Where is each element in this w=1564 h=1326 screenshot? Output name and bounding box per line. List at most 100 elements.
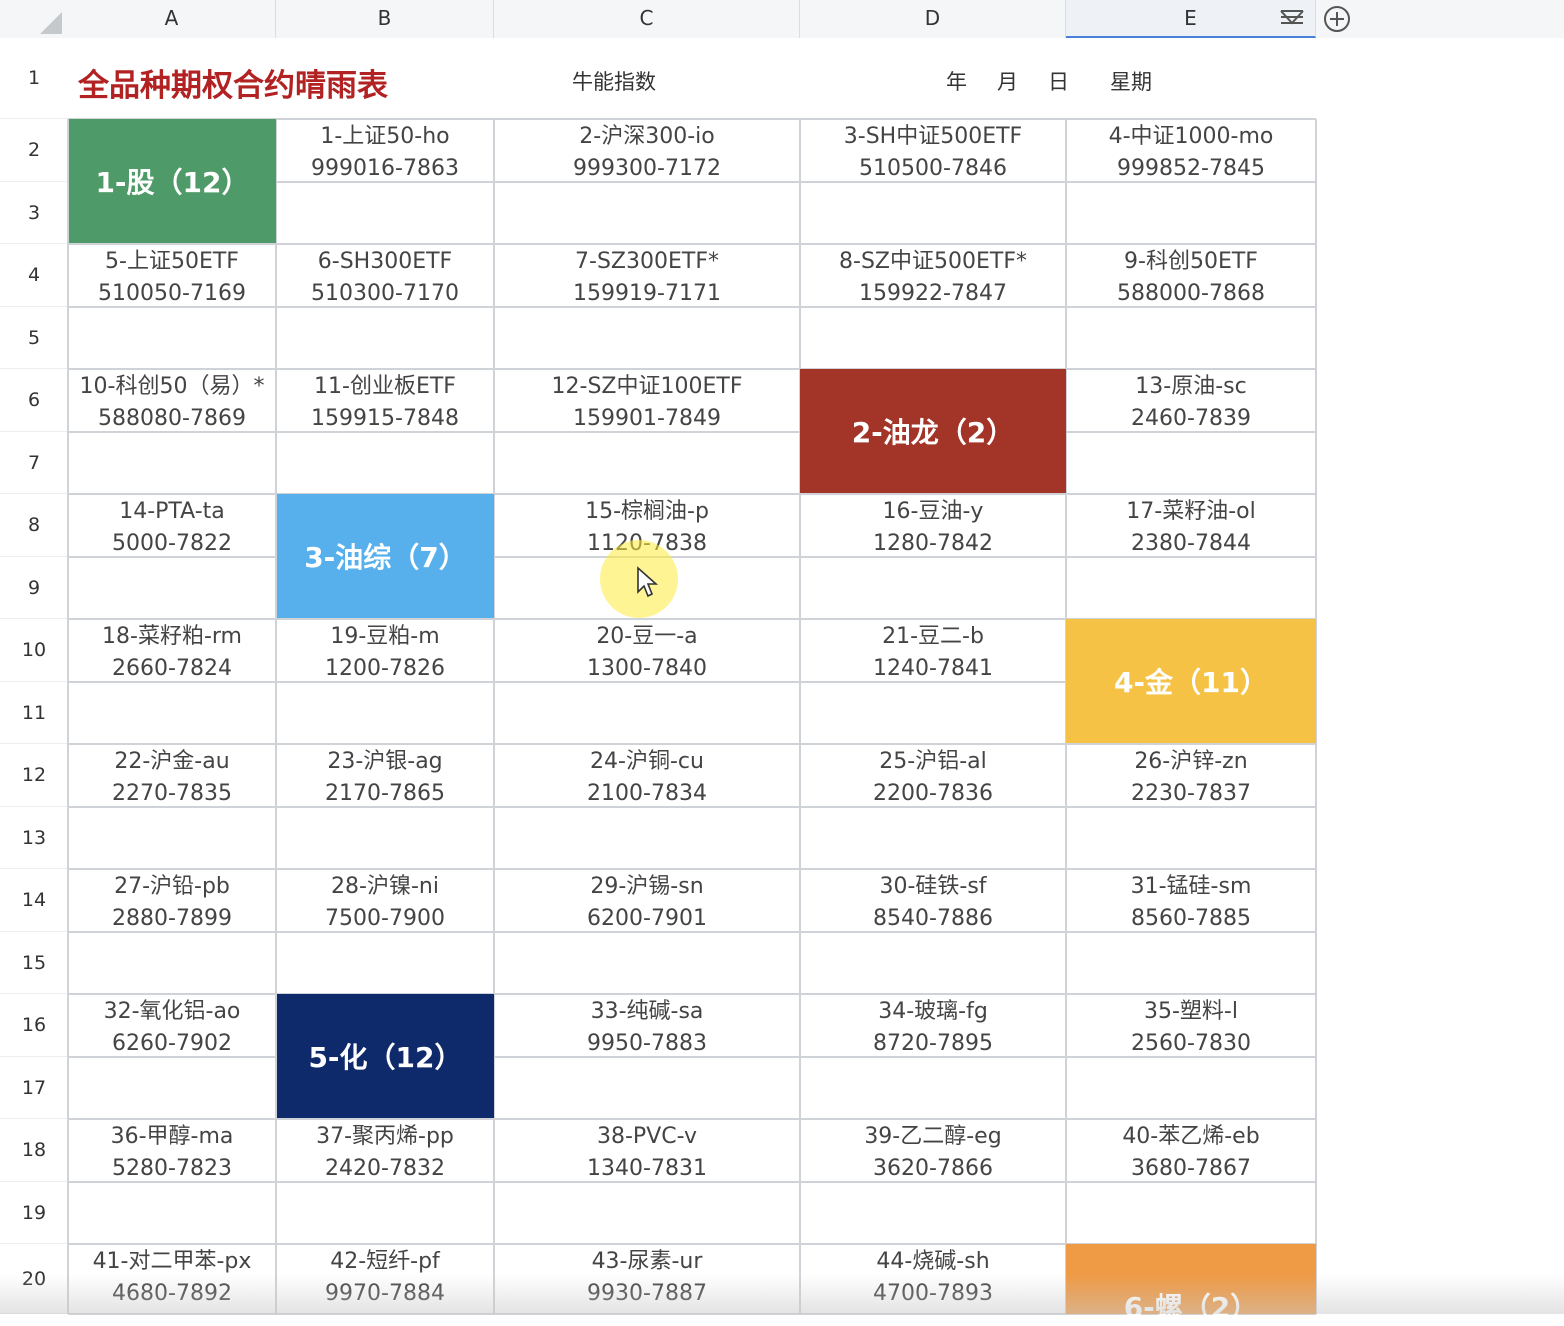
sheet-title: 全品种期权合约晴雨表 [78,68,388,104]
row-header-16[interactable]: 16 [0,994,68,1057]
contract-code: 2660-7824 [112,656,232,681]
option-cell[interactable]: 33-纯碱-sa 9950-7883 [494,996,800,1058]
option-cell[interactable]: 36-甲醇-ma 5280-7823 [68,1121,276,1183]
option-cell[interactable]: 39-乙二醇-eg 3620-7866 [800,1121,1066,1183]
option-cell[interactable]: 34-玻璃-fg 8720-7895 [800,996,1066,1058]
contract-name: 6-SH300ETF [317,249,453,274]
option-cell[interactable]: 24-沪铜-cu 2100-7834 [494,746,800,808]
contract-code: 2460-7839 [1131,406,1251,431]
option-cell[interactable]: 11-创业板ETF 159915-7848 [276,371,494,433]
contract-code: 999300-7172 [573,156,721,181]
contract-code: 2170-7865 [325,781,445,806]
option-cell[interactable]: 12-SZ中证100ETF 159901-7849 [494,371,800,433]
grid-row-line [68,868,1316,870]
row-header-19[interactable]: 19 [0,1182,68,1244]
option-cell[interactable]: 8-SZ中证500ETF* 159922-7847 [800,246,1066,308]
option-cell[interactable]: 28-沪镍-ni 7500-7900 [276,871,494,933]
block-label: 2-油龙（2） [851,416,1015,449]
contract-code: 5000-7822 [112,531,232,556]
category-block-oil-dragon[interactable]: 2-油龙（2） [800,369,1066,493]
contract-code: 1240-7841 [873,656,993,681]
add-circle-icon[interactable] [1322,4,1352,34]
option-cell[interactable]: 6-SH300ETF 510300-7170 [276,246,494,308]
category-block-stock[interactable]: 1-股（12） [69,119,276,243]
contract-code: 1280-7842 [873,531,993,556]
column-header-a[interactable]: A [68,0,276,38]
option-cell[interactable]: 26-沪锌-zn 2230-7837 [1066,746,1316,808]
category-block-gold[interactable]: 4-金（11） [1066,619,1316,743]
contract-name: 26-沪锌-zn [1134,749,1248,774]
row-header-3[interactable]: 3 [0,182,68,244]
contract-name: 13-原油-sc [1135,374,1247,399]
row-header-17[interactable]: 17 [0,1057,68,1119]
row-header-18[interactable]: 18 [0,1119,68,1182]
option-cell[interactable]: 9-科创50ETF 588000-7868 [1066,246,1316,308]
row-header-15[interactable]: 15 [0,932,68,994]
contract-code: 159915-7848 [311,406,459,431]
option-cell[interactable]: 10-科创50（易）* 588080-7869 [68,371,276,433]
row-header-1[interactable]: 1 [0,38,68,119]
option-cell[interactable]: 18-菜籽粕-rm 2660-7824 [68,621,276,683]
option-cell[interactable]: 22-沪金-au 2270-7835 [68,746,276,808]
option-cell[interactable]: 27-沪铅-pb 2880-7899 [68,871,276,933]
option-cell[interactable]: 35-塑料-l 2560-7830 [1066,996,1316,1058]
option-cell[interactable]: 19-豆粕-m 1200-7826 [276,621,494,683]
contract-code: 588000-7868 [1117,281,1265,306]
row-header-4[interactable]: 4 [0,244,68,307]
month-label: 月 [997,70,1018,94]
option-cell[interactable]: 5-上证50ETF 510050-7169 [68,246,276,308]
option-cell[interactable]: 30-硅铁-sf 8540-7886 [800,871,1066,933]
row-header-8[interactable]: 8 [0,494,68,557]
contract-name: 37-聚丙烯-pp [316,1124,454,1149]
option-cell[interactable]: 3-SH中证500ETF 510500-7846 [800,121,1066,183]
option-cell[interactable]: 2-沪深300-io 999300-7172 [494,121,800,183]
row-header-13[interactable]: 13 [0,807,68,869]
filter-icon[interactable] [1278,6,1306,32]
option-cell[interactable]: 13-原油-sc 2460-7839 [1066,371,1316,433]
option-cell[interactable]: 14-PTA-ta 5000-7822 [68,496,276,558]
option-cell[interactable]: 40-苯乙烯-eb 3680-7867 [1066,1121,1316,1183]
row-header-7[interactable]: 7 [0,432,68,494]
category-block-oil-general[interactable]: 3-油综（7） [277,494,494,618]
column-header-d[interactable]: D [800,0,1066,38]
column-header-b[interactable]: B [276,0,494,38]
contract-name: 9-科创50ETF [1124,249,1258,274]
option-cell[interactable]: 1-上证50-ho 999016-7863 [276,121,494,183]
option-cell[interactable]: 17-菜籽油-ol 2380-7844 [1066,496,1316,558]
option-cell[interactable]: 32-氧化铝-ao 6260-7902 [68,996,276,1058]
row-header-11[interactable]: 11 [0,682,68,744]
row-header-5[interactable]: 5 [0,307,68,369]
row-header-12[interactable]: 12 [0,744,68,807]
contract-name: 2-沪深300-io [579,124,715,149]
contract-code: 8720-7895 [873,1031,993,1056]
contract-name: 40-苯乙烯-eb [1122,1124,1260,1149]
option-cell[interactable]: 4-中证1000-mo 999852-7845 [1066,121,1316,183]
contract-name: 34-玻璃-fg [878,999,988,1024]
contract-code: 7500-7900 [325,906,445,931]
category-block-chemical[interactable]: 5-化（12） [277,994,494,1118]
contract-code: 159922-7847 [859,281,1007,306]
row-header-9[interactable]: 9 [0,557,68,619]
row-header-2[interactable]: 2 [0,119,68,182]
contract-name: 3-SH中证500ETF [843,124,1023,149]
contract-name: 16-豆油-y [882,499,984,524]
option-cell[interactable]: 21-豆二-b 1240-7841 [800,621,1066,683]
row-header-14[interactable]: 14 [0,869,68,932]
contract-name: 18-菜籽粕-rm [102,624,242,649]
column-header-c[interactable]: C [494,0,800,38]
option-cell[interactable]: 29-沪锡-sn 6200-7901 [494,871,800,933]
contract-name: 30-硅铁-sf [879,874,987,899]
option-cell[interactable]: 16-豆油-y 1280-7842 [800,496,1066,558]
row-header-6[interactable]: 6 [0,369,68,432]
contract-name: 5-上证50ETF [105,249,239,274]
option-cell[interactable]: 7-SZ300ETF* 159919-7171 [494,246,800,308]
option-cell[interactable]: 31-锰硅-sm 8560-7885 [1066,871,1316,933]
option-cell[interactable]: 38-PVC-v 1340-7831 [494,1121,800,1183]
option-cell[interactable]: 23-沪银-ag 2170-7865 [276,746,494,808]
option-cell[interactable]: 20-豆一-a 1300-7840 [494,621,800,683]
row-header-10[interactable]: 10 [0,619,68,682]
index-label: 牛能指数 [572,70,656,94]
option-cell[interactable]: 37-聚丙烯-pp 2420-7832 [276,1121,494,1183]
select-all-corner[interactable] [0,0,68,38]
option-cell[interactable]: 25-沪铝-al 2200-7836 [800,746,1066,808]
